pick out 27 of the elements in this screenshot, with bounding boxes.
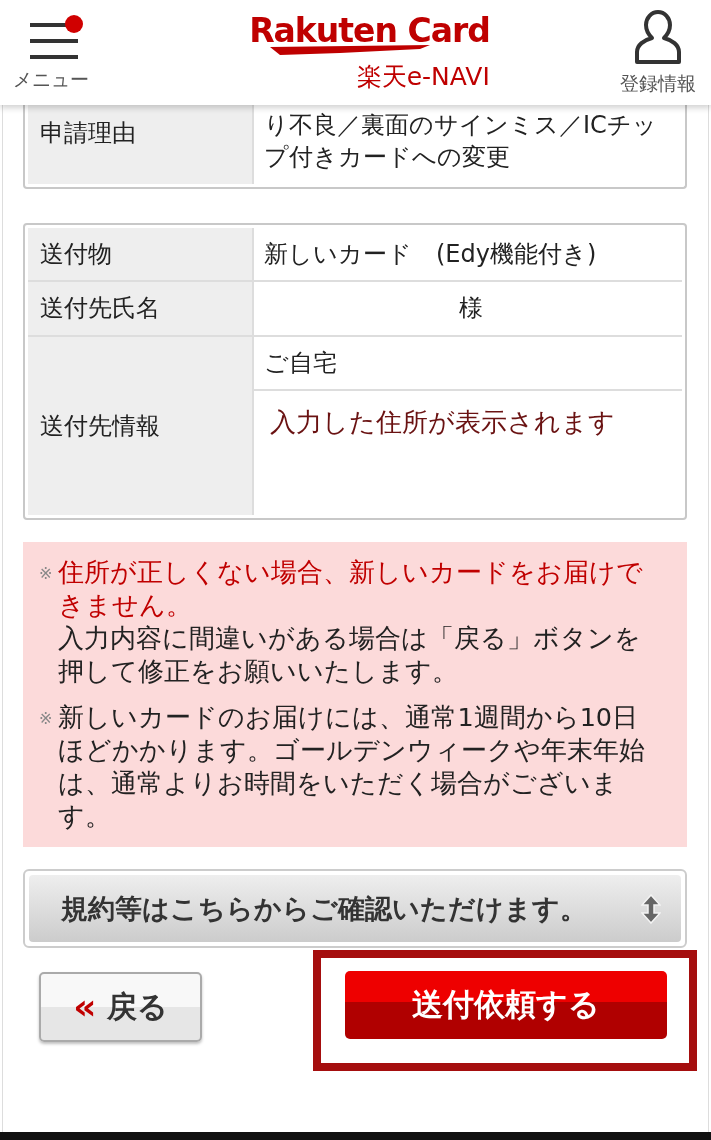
menu-label: メニュー xyxy=(13,66,89,92)
swoosh-icon xyxy=(269,45,430,56)
warning-text: 住所が正しくない場合、新しいカードをお届けできません。 xyxy=(58,555,645,623)
terms-select[interactable]: 規約等はこちらからご確認いただけます。 xyxy=(29,875,681,943)
table-cell: ご自宅 xyxy=(254,336,682,391)
submit-button[interactable]: 送付依頼する xyxy=(345,971,667,1040)
double-chevron-icon: « xyxy=(73,989,97,1026)
brand-name: Rakuten Card xyxy=(249,14,490,48)
back-button[interactable]: « 戻る xyxy=(39,972,202,1043)
note-marker: ※ xyxy=(39,562,53,585)
person-icon xyxy=(634,8,682,65)
note-text: 新しいカードのお届けには、通常1週間から10日ほどかかります。ゴールデンウィークや年末年始は、通常よりお時間をいただく場合がございます。 xyxy=(58,700,647,833)
table-cell-text: り不良／裏面のサインミス／ICチップ付きカードへの変更 xyxy=(263,110,658,174)
menu-button[interactable]: メニュー xyxy=(10,12,92,93)
account-label: 登録情報 xyxy=(620,70,696,96)
table-cell-text: 様 xyxy=(458,293,484,325)
row-label: 申請理由 xyxy=(28,105,254,184)
address-notice: 入力した住所が表示されます xyxy=(269,405,616,439)
row-label: 送付物 xyxy=(28,227,254,281)
service-name: 楽天e-NAVI xyxy=(356,63,490,91)
up-down-icon xyxy=(641,893,661,924)
table-cell-text: 新しいカード (Edy機能付き) xyxy=(263,238,598,270)
row-label: 送付先情報 xyxy=(28,336,254,515)
note-text: 入力内容に間違いがある場合は「戻る」ボタンを押して修正をお願いいたします。 xyxy=(58,622,643,689)
note-marker: ※ xyxy=(39,707,53,730)
row-label: 送付先氏名 xyxy=(28,282,254,335)
account-button[interactable]: 登録情報 xyxy=(617,8,699,97)
